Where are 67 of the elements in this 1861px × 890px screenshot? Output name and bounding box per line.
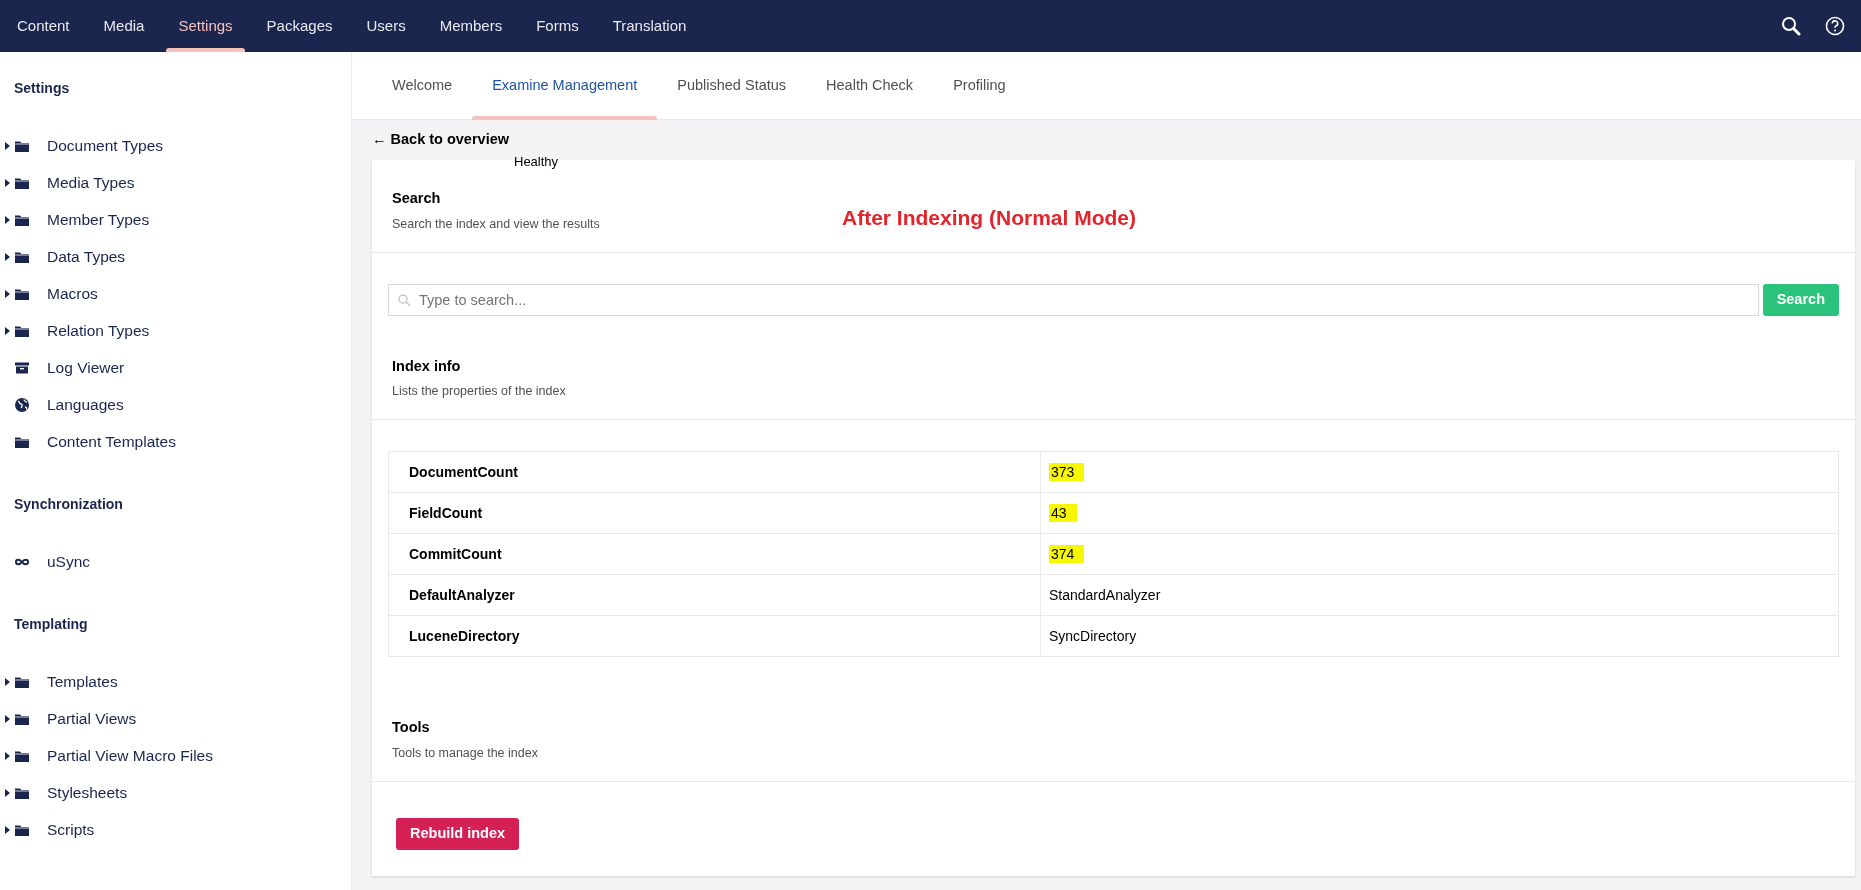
globe-icon xyxy=(14,396,30,413)
nav-tab[interactable]: Members xyxy=(422,0,520,52)
section-subtitle: Lists the properties of the index xyxy=(392,383,567,401)
caret-icon[interactable] xyxy=(4,252,10,261)
property-name: FieldCount xyxy=(388,492,1041,534)
section-title: Index info xyxy=(392,356,462,376)
sidebar-heading: Settings xyxy=(13,79,71,98)
nav-tab[interactable]: Content xyxy=(0,0,87,52)
sidebar-item[interactable]: Document Types xyxy=(47,133,164,158)
status-text: Healthy xyxy=(513,156,559,168)
property-name: CommitCount xyxy=(388,533,1041,575)
sidebar-item[interactable]: Partial Views xyxy=(47,706,137,731)
section-title: Tools xyxy=(392,718,431,737)
nav-tab[interactable]: Packages xyxy=(249,0,350,52)
property-name: DefaultAnalyzer xyxy=(388,574,1041,616)
sidebar-item[interactable]: Templates xyxy=(47,669,118,694)
help-icon[interactable] xyxy=(1825,16,1845,36)
tab[interactable]: Welcome xyxy=(372,52,473,120)
sidebar-item[interactable]: Languages xyxy=(47,392,124,417)
caret-icon[interactable] xyxy=(4,788,10,797)
nav-tab[interactable]: Translation xyxy=(595,0,704,52)
sidebar-item[interactable]: Log Viewer xyxy=(47,355,125,380)
sidebar-item[interactable]: Media Types xyxy=(47,170,135,195)
tab[interactable]: Profiling xyxy=(933,52,1026,120)
nav-tab[interactable]: Users xyxy=(349,0,423,52)
section-subtitle: Tools to manage the index xyxy=(392,744,539,762)
sidebar-item[interactable]: Content Templates xyxy=(47,429,176,454)
sidebar-heading: Templating xyxy=(13,615,89,634)
sidebar-item[interactable]: Data Types xyxy=(47,244,126,269)
caret-icon[interactable] xyxy=(4,141,10,150)
sidebar-item[interactable]: Macros xyxy=(47,281,98,306)
property-value: 43 xyxy=(1049,503,1077,522)
tab[interactable]: Published Status xyxy=(657,52,807,120)
sidebar-item[interactable]: Scripts xyxy=(47,817,95,842)
caret-icon[interactable] xyxy=(4,215,10,224)
tab[interactable]: Examine Management xyxy=(472,52,658,120)
back-link[interactable]: ← Back to overview xyxy=(372,129,509,151)
caret-icon[interactable] xyxy=(4,326,10,335)
search-field[interactable]: Type to search... xyxy=(388,283,1759,316)
nav-tab[interactable]: Forms xyxy=(519,0,596,52)
sidebar-item[interactable]: uSync xyxy=(47,549,91,574)
annotation-text: After Indexing (Normal Mode) xyxy=(842,205,1136,231)
property-value: SyncDirectory xyxy=(1049,627,1137,644)
sidebar-heading: Synchronization xyxy=(13,495,124,514)
property-value: 373 xyxy=(1049,462,1085,481)
nav-tab[interactable]: Media xyxy=(86,0,162,52)
sidebar-item[interactable]: Stylesheets xyxy=(47,780,128,805)
property-name: DocumentCount xyxy=(388,451,1041,493)
property-name: LuceneDirectory xyxy=(388,615,1041,657)
sidebar-item[interactable]: Partial View Macro Files xyxy=(47,743,213,768)
caret-icon[interactable] xyxy=(4,825,10,834)
nav-tab[interactable]: Settings xyxy=(161,0,250,52)
caret-icon[interactable] xyxy=(4,714,10,723)
search-icon[interactable] xyxy=(1781,16,1801,36)
caret-icon[interactable] xyxy=(4,178,10,187)
sidebar-item[interactable]: Relation Types xyxy=(47,318,150,343)
rebuild-index-button[interactable]: Rebuild index xyxy=(396,817,520,850)
search-icon xyxy=(398,293,411,307)
caret-icon[interactable] xyxy=(4,677,10,686)
sidebar-item[interactable]: Member Types xyxy=(47,207,150,232)
section-subtitle: Search the index and view the results xyxy=(392,215,601,233)
caret-icon[interactable] xyxy=(4,289,10,298)
property-value: StandardAnalyzer xyxy=(1049,586,1161,603)
caret-icon[interactable] xyxy=(4,751,10,760)
property-value: 374 xyxy=(1049,544,1085,563)
section-title: Search xyxy=(392,189,442,208)
tab[interactable]: Health Check xyxy=(806,52,934,120)
